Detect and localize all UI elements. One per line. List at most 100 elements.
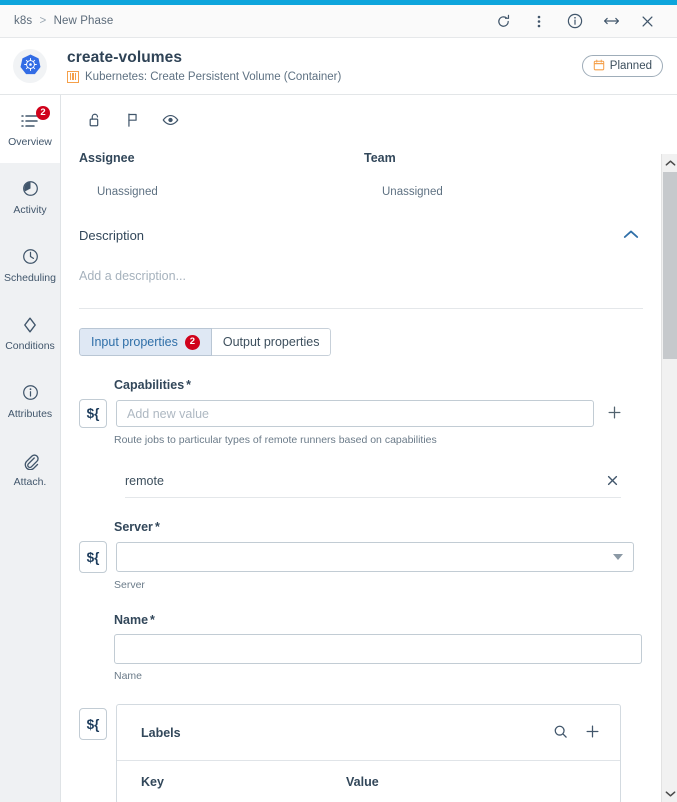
tab-badge: 2	[184, 334, 200, 350]
sidebar-item-label: Scheduling	[4, 271, 56, 284]
more-options-button[interactable]	[521, 6, 557, 36]
name-label: Name *	[114, 613, 661, 627]
description-collapse-button[interactable]	[619, 223, 643, 247]
capabilities-value-row: remote	[125, 464, 621, 498]
clock-icon	[19, 247, 41, 267]
section-divider	[79, 308, 643, 309]
tab-output-properties[interactable]: Output properties	[211, 328, 332, 356]
chevron-down-icon	[665, 786, 676, 801]
labels-expression-button[interactable]: ${	[79, 708, 107, 740]
assignment-section: Assignee Unassigned Team Unassigned	[61, 139, 661, 198]
description-header: Description	[79, 223, 643, 247]
server-label: Server *	[114, 520, 661, 534]
list-icon: 2	[19, 105, 50, 131]
more-vertical-icon	[532, 14, 546, 29]
container-icon	[67, 70, 79, 83]
assignee-label: Assignee	[79, 151, 135, 165]
field-capabilities: Capabilities * ${ Add new value Route jo…	[61, 378, 661, 498]
titlebar-actions	[485, 6, 677, 36]
page-subtitle-text: Kubernetes: Create Persistent Volume (Co…	[85, 70, 342, 83]
flag-icon	[125, 112, 140, 131]
assignee-value[interactable]: Unassigned	[79, 186, 364, 198]
required-marker: *	[150, 613, 155, 627]
avatar	[13, 49, 47, 83]
capabilities-input[interactable]: Add new value	[116, 400, 594, 427]
sidebar-item-label: Activity	[13, 203, 47, 216]
sidebar-item-activity[interactable]: Activity	[0, 163, 60, 231]
breadcrumb-separator: >	[39, 15, 47, 27]
capabilities-value-remove-button[interactable]	[603, 472, 621, 490]
sidebar-item-conditions[interactable]: Conditions	[0, 299, 60, 367]
overview-panel: Assignee Unassigned Team Unassigned Desc…	[61, 95, 661, 802]
properties-tabs: Input properties 2 Output properties	[79, 328, 332, 356]
sidebar-item-overview[interactable]: 2 Overview	[0, 95, 60, 163]
labels-add-button[interactable]	[582, 723, 602, 743]
info-icon	[19, 383, 41, 403]
watch-button[interactable]	[157, 109, 183, 133]
eye-icon	[162, 113, 179, 130]
name-help-text: Name	[114, 670, 143, 682]
pie-clock-icon	[19, 179, 41, 199]
capabilities-help-text: Route jobs to particular types of remote…	[114, 434, 437, 446]
sidebar-item-label: Attach.	[13, 475, 47, 488]
lock-button[interactable]	[81, 109, 107, 133]
status-badge[interactable]: Planned	[581, 55, 663, 77]
breadcrumb-root[interactable]: k8s	[14, 15, 32, 27]
name-label-text: Name	[114, 613, 149, 627]
vertical-scrollbar[interactable]	[661, 154, 677, 802]
tab-input-properties[interactable]: Input properties 2	[79, 328, 212, 356]
chevron-up-icon	[623, 228, 639, 243]
sidebar: 2 Overview Activity Scheduling Condition…	[0, 95, 61, 802]
description-input[interactable]: Add a description...	[79, 269, 661, 283]
capabilities-label: Capabilities *	[114, 378, 661, 392]
labels-column-value: Value	[346, 775, 379, 789]
refresh-button[interactable]	[485, 6, 521, 36]
capabilities-add-button[interactable]	[603, 403, 625, 425]
name-input[interactable]	[114, 634, 642, 664]
labels-section: ${ Labels Key Value	[61, 704, 661, 802]
scroll-down-button[interactable]	[662, 785, 677, 802]
field-server: Server * ${ Server	[61, 520, 661, 591]
search-icon	[553, 724, 568, 742]
info-button[interactable]	[557, 6, 593, 36]
labels-table-header: Key Value	[117, 761, 620, 802]
paperclip-icon	[19, 451, 41, 471]
labels-panel: Labels Key Value	[116, 704, 621, 802]
scrollbar-thumb[interactable]	[663, 172, 677, 359]
flag-button[interactable]	[119, 109, 145, 133]
server-select[interactable]	[116, 542, 634, 572]
chevron-down-icon	[613, 554, 623, 560]
capabilities-value-text: remote	[125, 473, 164, 488]
page-title: create-volumes	[67, 48, 183, 66]
capabilities-expression-button[interactable]: ${	[79, 399, 107, 428]
capabilities-input-placeholder: Add new value	[127, 406, 210, 421]
calendar-icon	[593, 59, 605, 74]
task-detail-window: k8s > New Phase create-volumes Kubernete…	[0, 0, 677, 802]
status-badge-label: Planned	[609, 60, 652, 72]
breadcrumb-current: New Phase	[53, 15, 114, 27]
team-value[interactable]: Unassigned	[364, 186, 649, 198]
chevron-up-icon	[665, 155, 676, 170]
capabilities-label-text: Capabilities	[114, 378, 185, 392]
server-label-text: Server	[114, 520, 153, 534]
server-expression-button[interactable]: ${	[79, 541, 107, 573]
scroll-up-button[interactable]	[662, 154, 677, 171]
diamond-icon	[19, 315, 41, 335]
sidebar-item-scheduling[interactable]: Scheduling	[0, 231, 60, 299]
required-marker: *	[186, 378, 192, 392]
close-button[interactable]	[629, 6, 665, 36]
plus-icon	[607, 405, 622, 423]
expand-button[interactable]	[593, 6, 629, 36]
description-label: Description	[79, 227, 145, 243]
sidebar-item-attachments[interactable]: Attach.	[0, 435, 60, 503]
page-subtitle: Kubernetes: Create Persistent Volume (Co…	[67, 70, 341, 84]
server-help-text: Server	[114, 579, 145, 591]
field-name: Name * Name	[61, 613, 661, 682]
header-text: create-volumes Kubernetes: Create Persis…	[67, 49, 341, 84]
task-header: create-volumes Kubernetes: Create Persis…	[0, 38, 677, 95]
sidebar-item-label: Overview	[8, 135, 52, 148]
labels-search-button[interactable]	[550, 723, 570, 743]
sidebar-item-label: Conditions	[5, 339, 55, 352]
sidebar-item-attributes[interactable]: Attributes	[0, 367, 60, 435]
plus-icon	[585, 724, 600, 742]
